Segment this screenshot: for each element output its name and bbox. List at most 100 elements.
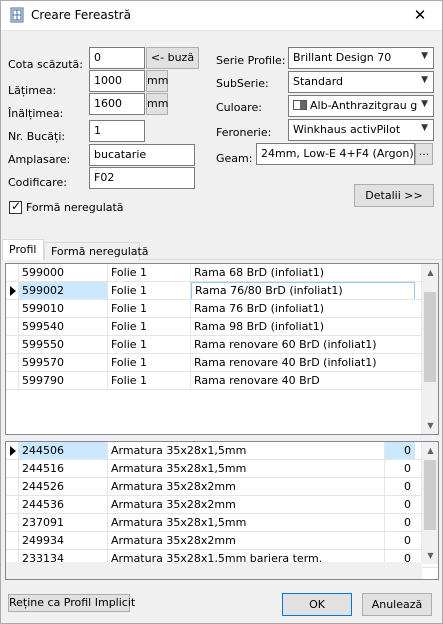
- reinforcement-row[interactable]: 237091 Armatura 35x28x1,5mm 0: [6, 514, 438, 532]
- dimensions-panel: Cota scăzută: 0 <- buză Lățimea: 1000 mm…: [2, 40, 202, 232]
- profile-list[interactable]: 599000 Folie 1 Rama 68 BrD (infoliat1) 5990…: [5, 263, 439, 435]
- serie-label: Serie Profile:: [216, 54, 286, 67]
- profile-cell-desc: Rama 68 BrD (infoliat1): [194, 266, 325, 279]
- scroll-down-icon[interactable]: ▼: [422, 417, 438, 434]
- bucati-input[interactable]: 1: [89, 120, 145, 142]
- codificare-label: Codificare:: [8, 176, 67, 189]
- column-divider: [107, 442, 108, 568]
- reinforcement-cell-desc: Armatura 35x28x1,5mm: [111, 444, 247, 457]
- reinforcement-row[interactable]: 244516 Armatura 35x28x1,5mm 0: [6, 460, 438, 478]
- profile-cell-desc: Rama renovare 60 BrD (infoliat1): [194, 338, 377, 351]
- column-divider: [384, 442, 385, 568]
- profile-row[interactable]: 599010 Folie 1 Rama 76 BrD (infoliat1): [6, 300, 438, 318]
- close-icon: ✕: [413, 6, 427, 24]
- culoare-value: Alb-Anthrazitgrau g: [310, 99, 418, 112]
- profile-row[interactable]: 599550 Folie 1 Rama renovare 60 BrD (infol…: [6, 336, 438, 354]
- geam-browse-button[interactable]: ...: [415, 143, 433, 165]
- reinforcement-list-vscrollbar[interactable]: ▲ ▼: [421, 442, 438, 564]
- geam-field[interactable]: 24mm, Low-E 4+F4 (Argon): [256, 143, 415, 165]
- inaltime-input[interactable]: 1600: [89, 93, 145, 115]
- scroll-thumb[interactable]: [424, 460, 436, 530]
- window-title: Creare Fereastră: [31, 8, 131, 22]
- profile-cell-desc: Rama renovare 40 BrD: [194, 374, 320, 387]
- reinforcement-row[interactable]: 249934 Armatura 35x28x2mm 0: [6, 532, 438, 550]
- profile-cell-folie: Folie 1: [111, 284, 148, 297]
- reinforcement-row[interactable]: 244526 Armatura 35x28x2mm 0: [6, 478, 438, 496]
- profile-row[interactable]: 599790 Folie 1 Rama renovare 40 BrD: [6, 372, 438, 390]
- geam-label: Geam:: [216, 152, 253, 165]
- tab-forma-neregulata[interactable]: Formă neregulată: [44, 242, 149, 260]
- reinforcement-list-hscrollbar[interactable]: [6, 562, 422, 579]
- amplasare-label: Amplasare:: [8, 153, 71, 166]
- profile-cell-code: 599540: [22, 320, 64, 333]
- bucati-label: Nr. Bucăți:: [8, 130, 66, 143]
- reinforcement-cell-code: 244506: [19, 442, 107, 460]
- amplasare-input[interactable]: bucatarie: [89, 144, 195, 166]
- tab-profil[interactable]: Profil: [2, 239, 44, 260]
- reinforcement-cell-code: 244516: [22, 462, 64, 475]
- reinforcement-cell-desc: Armatura 35x28x2mm: [111, 498, 236, 511]
- column-divider: [18, 442, 19, 568]
- feronerie-value: Winkhaus activPilot: [293, 123, 401, 136]
- profile-list-vscrollbar[interactable]: ▲ ▼: [421, 264, 438, 434]
- profile-cell-folie: Folie 1: [111, 356, 148, 369]
- reinforcement-cell-qty: 0: [385, 442, 415, 460]
- reinforcement-cell-desc: Armatura 35x28x2mm: [111, 480, 236, 493]
- feronerie-select[interactable]: Winkhaus activPilot ▼: [288, 119, 434, 141]
- tab-forma-neregulata-label: Formă neregulată: [51, 245, 149, 258]
- codificare-input[interactable]: F02: [89, 167, 195, 189]
- profile-row[interactable]: 599002 Folie 1 Rama 76/80 BrD (infoliat1): [6, 282, 438, 300]
- subserie-value: Standard: [293, 75, 344, 88]
- inaltime-unit-button[interactable]: mm: [146, 93, 168, 115]
- profile-cell-folie: Folie 1: [111, 374, 148, 387]
- reinforcement-cell-desc: Armatura 35x28x1,5mm: [111, 462, 247, 475]
- serie-value: Brillant Design 70: [293, 51, 392, 64]
- latime-unit-button[interactable]: mm: [146, 70, 168, 92]
- reinforcement-cell-qty: 0: [404, 462, 411, 475]
- reinforcement-cell-qty: 0: [404, 480, 411, 493]
- scroll-up-icon[interactable]: ▲: [422, 264, 438, 281]
- scroll-up-icon[interactable]: ▲: [422, 442, 438, 459]
- scroll-thumb[interactable]: [424, 292, 436, 382]
- buza-button[interactable]: <- buză: [146, 47, 199, 69]
- reinforcement-cell-qty: 0: [404, 516, 411, 529]
- profile-cell-code: 599790: [22, 374, 64, 387]
- reinforcement-cell-code: 249934: [22, 534, 64, 547]
- detalii-button[interactable]: Detalii >>: [354, 184, 434, 207]
- reinforcement-row[interactable]: 244506 Armatura 35x28x1,5mm 0: [6, 442, 438, 460]
- profile-cell-code: 599010: [22, 302, 64, 315]
- subserie-select[interactable]: Standard ▼: [288, 71, 434, 93]
- serie-select[interactable]: Brillant Design 70 ▼: [288, 47, 434, 69]
- reinforcement-cell-desc: Armatura 35x28x1,5mm: [111, 516, 247, 529]
- check-icon: ✓: [11, 199, 22, 213]
- column-divider: [107, 264, 108, 390]
- chevron-down-icon: ▼: [421, 99, 428, 109]
- color-swatch-icon: [293, 100, 307, 110]
- profile-row[interactable]: 599540 Folie 1 Rama 98 BrD (infoliat1): [6, 318, 438, 336]
- profile-row[interactable]: 599570 Folie 1 Rama renovare 40 BrD (infol…: [6, 354, 438, 372]
- profile-cell-desc: Rama 76/80 BrD (infoliat1): [191, 282, 415, 300]
- tab-profil-label: Profil: [9, 243, 37, 256]
- profile-settings-panel: Serie Profile: Brillant Design 70 ▼ SubS…: [208, 40, 439, 172]
- feronerie-label: Feronerie:: [216, 126, 272, 139]
- cota-input[interactable]: 0: [89, 47, 145, 69]
- retine-profil-button[interactable]: Reține ca Profil Implicit: [8, 594, 135, 612]
- anuleaza-button[interactable]: Anulează: [362, 593, 432, 616]
- column-divider: [18, 264, 19, 390]
- row-divider: [6, 389, 438, 390]
- reinforcement-row[interactable]: 244536 Armatura 35x28x2mm 0: [6, 496, 438, 514]
- neregulata-checkbox[interactable]: ✓: [9, 199, 22, 214]
- reinforcement-list[interactable]: 244506 Armatura 35x28x1,5mm 0 244516 Armatur…: [5, 441, 439, 580]
- subserie-label: SubSerie:: [216, 77, 269, 90]
- profile-cell-code: 599570: [22, 356, 64, 369]
- chevron-down-icon: ▼: [421, 75, 428, 85]
- close-button[interactable]: ✕: [397, 0, 443, 31]
- reinforcement-cell-code: 244536: [22, 498, 64, 511]
- scroll-down-icon[interactable]: ▼: [422, 547, 438, 564]
- neregulata-label[interactable]: Formă neregulată: [26, 201, 124, 214]
- latime-input[interactable]: 1000: [89, 70, 145, 92]
- ok-button[interactable]: OK: [282, 593, 352, 616]
- culoare-select[interactable]: Alb-Anthrazitgrau g ▼: [288, 95, 434, 117]
- chevron-down-icon: ▼: [421, 123, 428, 133]
- profile-row[interactable]: 599000 Folie 1 Rama 68 BrD (infoliat1): [6, 264, 438, 282]
